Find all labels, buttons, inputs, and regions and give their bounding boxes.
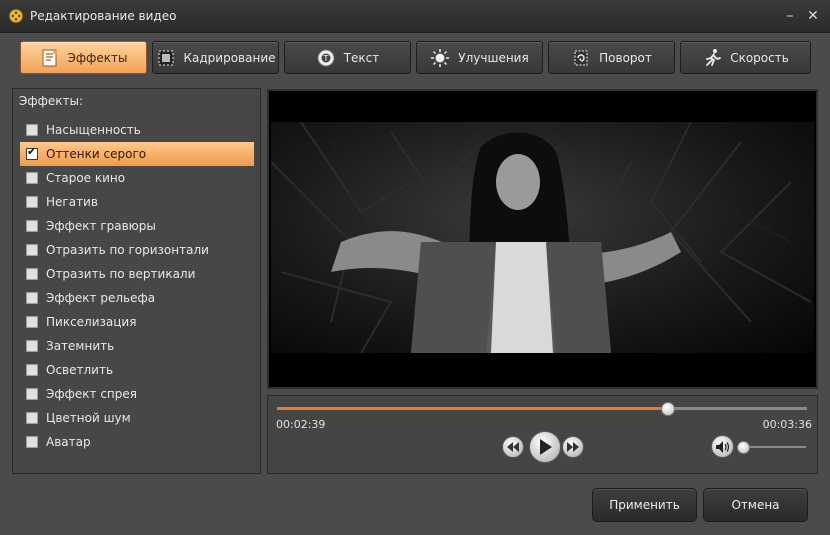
window-title: Редактирование видео — [30, 9, 177, 23]
effect-checkbox-checked[interactable]: ✔ — [26, 145, 38, 160]
effect-item-flip-horizontal[interactable]: Отразить по горизонтали — [13, 238, 260, 262]
tab-text-label: Текст — [343, 50, 380, 65]
effect-checkbox[interactable] — [26, 316, 38, 328]
tab-enhance[interactable]: Улучшения — [416, 41, 543, 74]
effect-checkbox[interactable] — [26, 244, 38, 256]
effect-item-lighten[interactable]: Осветлить — [13, 358, 260, 382]
effect-label: Отразить по вертикали — [46, 267, 196, 281]
brightness-icon — [431, 48, 450, 67]
tab-crop[interactable]: Кадрирование — [152, 41, 279, 74]
effect-label: Осветлить — [46, 363, 114, 377]
effects-panel: Эффекты: Насыщенность ✔ Оттенки серого Ст… — [12, 88, 261, 474]
apply-button[interactable]: Применить — [592, 488, 697, 522]
svg-text:T: T — [322, 54, 328, 63]
play-button[interactable] — [529, 431, 561, 463]
effect-item-flip-vertical[interactable]: Отразить по вертикали — [13, 262, 260, 286]
skip-forward-icon — [567, 442, 579, 452]
volume-thumb[interactable] — [737, 441, 750, 454]
effect-checkbox[interactable] — [26, 172, 38, 184]
tab-effects-label: Эффекты — [67, 50, 128, 65]
skip-back-icon — [507, 442, 519, 452]
speaker-icon — [715, 440, 729, 453]
volume-button[interactable] — [711, 435, 734, 458]
tab-effects[interactable]: Эффекты — [20, 41, 147, 74]
effects-icon — [42, 49, 57, 66]
effect-label: Насыщенность — [46, 123, 141, 137]
effect-item-negative[interactable]: Негатив — [13, 190, 260, 214]
effect-label: Эффект гравюры — [46, 219, 156, 233]
total-time: 00:03:36 — [762, 418, 812, 431]
player-controls: 00:02:39 00:03:36 — [267, 395, 818, 474]
effect-item-old-film[interactable]: Старое кино — [13, 166, 260, 190]
effects-list: Насыщенность ✔ Оттенки серого Старое кино… — [13, 118, 260, 454]
next-button[interactable] — [562, 436, 584, 458]
effect-item-saturation[interactable]: Насыщенность — [13, 118, 260, 142]
play-icon — [540, 439, 552, 455]
progress-bar[interactable] — [277, 402, 807, 416]
checkmark-icon: ✔ — [27, 145, 37, 158]
effect-item-engraving[interactable]: Эффект гравюры — [13, 214, 260, 238]
crop-icon — [158, 50, 173, 65]
video-frame-image — [271, 122, 814, 353]
effect-item-avatar[interactable]: Аватар — [13, 430, 260, 454]
progress-fill — [277, 407, 668, 410]
effect-checkbox[interactable] — [26, 340, 38, 352]
effect-checkbox[interactable] — [26, 124, 38, 136]
progress-thumb[interactable] — [661, 402, 676, 416]
close-button[interactable]: ✕ — [803, 6, 823, 26]
effect-label: Пикселизация — [46, 315, 137, 329]
effect-checkbox[interactable] — [26, 436, 38, 448]
effect-item-darken[interactable]: Затемнить — [13, 334, 260, 358]
tab-rotate-label: Поворот — [599, 50, 652, 65]
effect-checkbox[interactable] — [26, 196, 38, 208]
tab-bar: Эффекты Кадрирование T Текст Улучшения П… — [14, 38, 819, 78]
effect-item-spray[interactable]: Эффект спрея — [13, 382, 260, 406]
tab-text[interactable]: T Текст — [284, 41, 411, 74]
film-reel-icon — [9, 9, 23, 23]
effect-item-grayscale[interactable]: ✔ Оттенки серого — [20, 142, 254, 166]
volume-slider[interactable] — [737, 441, 806, 454]
effect-checkbox[interactable] — [26, 388, 38, 400]
rotate-icon — [574, 50, 588, 65]
effect-checkbox[interactable] — [26, 292, 38, 304]
running-icon — [706, 48, 722, 66]
effect-item-emboss[interactable]: Эффект рельефа — [13, 286, 260, 310]
effect-label: Старое кино — [46, 171, 126, 185]
video-preview — [267, 89, 818, 389]
effect-label: Оттенки серого — [46, 147, 147, 161]
previous-button[interactable] — [502, 436, 524, 458]
effect-label: Аватар — [46, 435, 91, 449]
effect-checkbox[interactable] — [26, 364, 38, 376]
current-time: 00:02:39 — [276, 418, 326, 431]
cancel-button[interactable]: Отмена — [703, 488, 808, 522]
minimize-button[interactable]: – — [780, 6, 800, 26]
effects-title: Эффекты: — [19, 94, 84, 108]
effect-item-color-noise[interactable]: Цветной шум — [13, 406, 260, 430]
effect-label: Эффект рельефа — [46, 291, 156, 305]
tab-speed-label: Скорость — [730, 50, 789, 65]
tab-rotate[interactable]: Поворот — [548, 41, 675, 74]
tab-crop-label: Кадрирование — [183, 50, 276, 65]
effect-checkbox[interactable] — [26, 412, 38, 424]
tab-enhance-label: Улучшения — [458, 50, 529, 65]
title-bar: Редактирование видео – ✕ — [0, 0, 830, 33]
effect-checkbox[interactable] — [26, 268, 38, 280]
effect-label: Затемнить — [46, 339, 115, 353]
effect-label: Цветной шум — [46, 411, 131, 425]
text-icon: T — [317, 49, 335, 66]
video-still — [271, 122, 812, 353]
tab-speed[interactable]: Скорость — [680, 41, 811, 74]
effect-item-pixelate[interactable]: Пикселизация — [13, 310, 260, 334]
effect-label: Негатив — [46, 195, 98, 209]
effect-label: Эффект спрея — [46, 387, 137, 401]
effect-label: Отразить по горизонтали — [46, 243, 209, 257]
effect-checkbox[interactable] — [26, 220, 38, 232]
